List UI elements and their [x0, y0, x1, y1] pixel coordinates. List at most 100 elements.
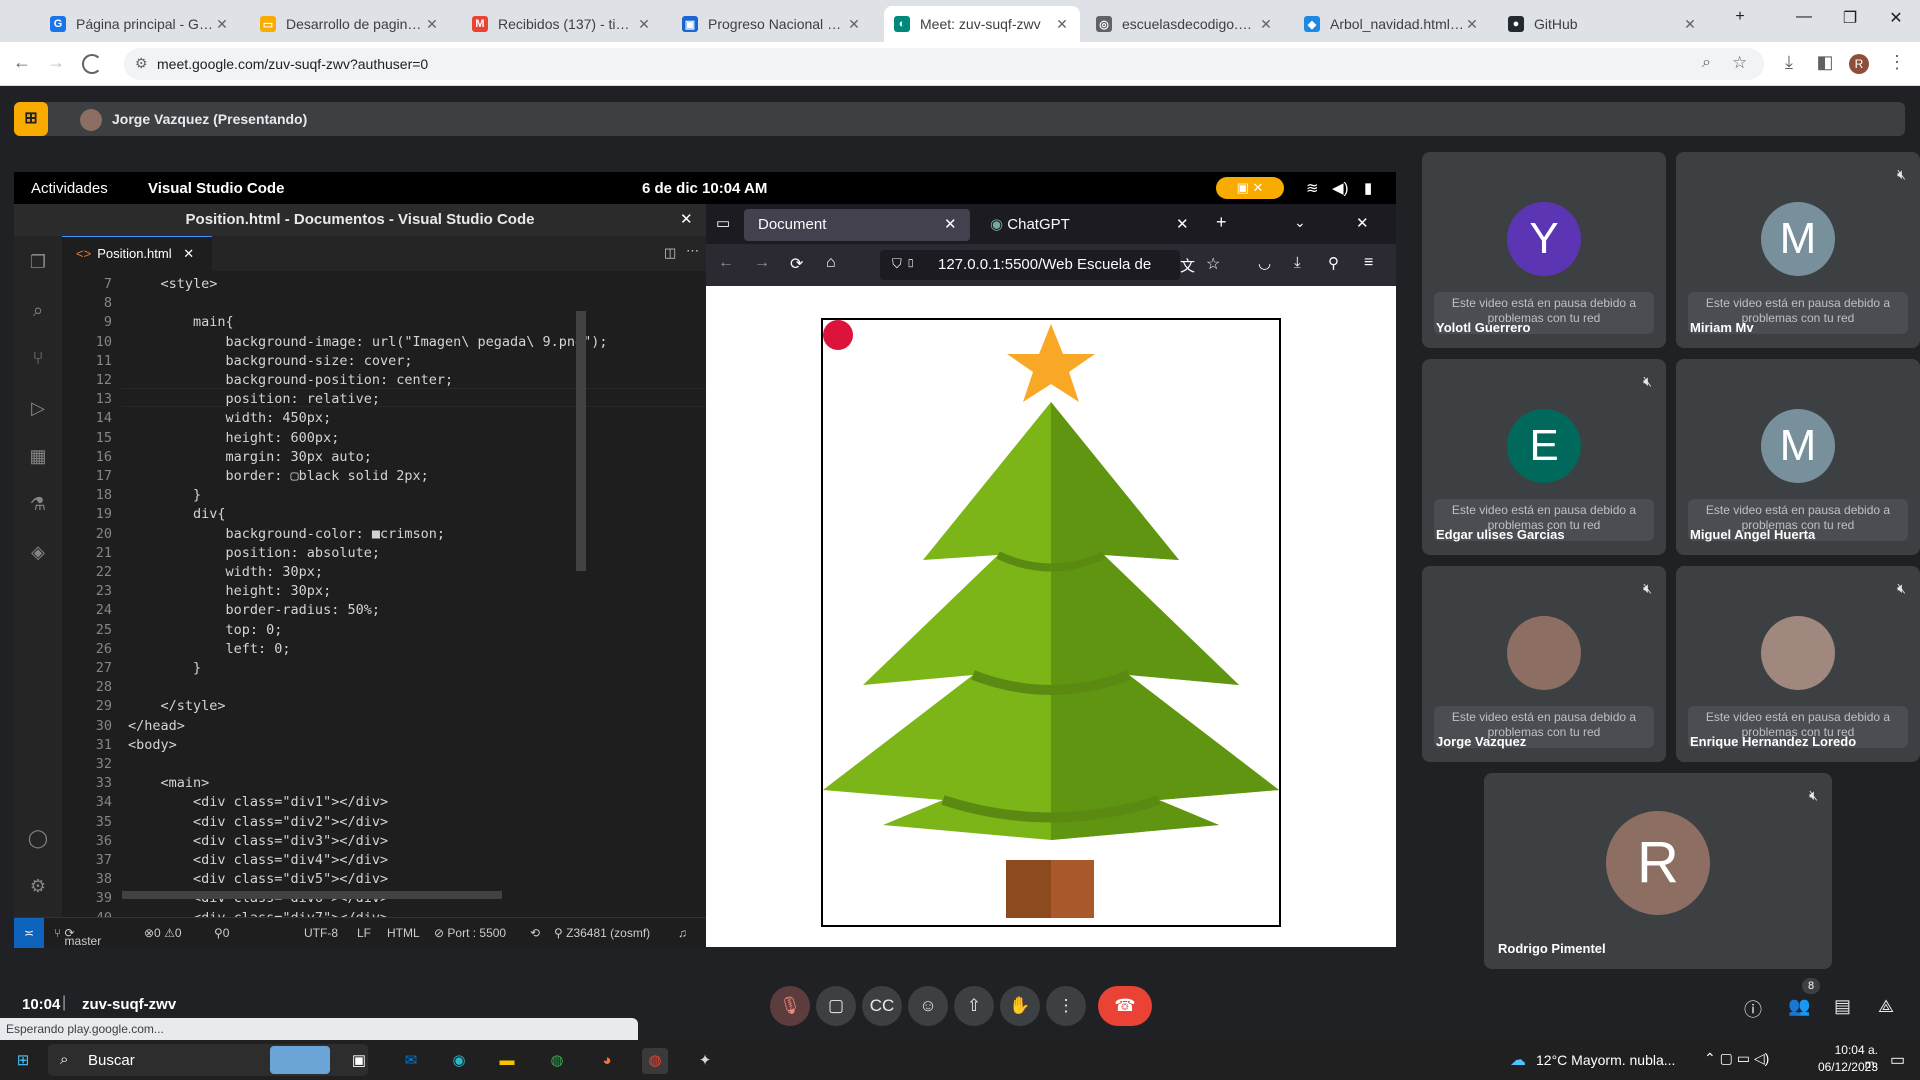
profile-avatar[interactable]: R: [1849, 54, 1869, 74]
address-bar[interactable]: ⚙ meet.google.com/zuv-suqf-zwv?authuser=…: [124, 48, 1764, 80]
participant-tile[interactable]: M Este video está en pausa debido a probl…: [1676, 152, 1920, 348]
sync-icon[interactable]: ⟲: [530, 926, 540, 940]
search-highlight-icon[interactable]: [270, 1046, 330, 1074]
chrome-tab[interactable]: ◎ escuelasdecodigo.cdmx.g✕: [1086, 6, 1284, 42]
weather-text[interactable]: 12°C Mayorm. nubla...: [1536, 1052, 1675, 1068]
volume-icon[interactable]: ◀): [1332, 179, 1349, 197]
shield-icon[interactable]: ⛉ ▯: [892, 256, 916, 272]
participant-tile[interactable]: Y Este video está en pausa debido a probl…: [1422, 152, 1666, 348]
live-server-port[interactable]: ⊘ Port : 5500: [434, 926, 506, 940]
ff-home-icon[interactable]: ⌂: [826, 254, 836, 272]
task-view-icon[interactable]: ▣: [346, 1048, 372, 1074]
firefox-tab-document[interactable]: Document ✕: [744, 209, 970, 241]
chrome-tab-close-icon[interactable]: ✕: [424, 16, 440, 33]
language-status[interactable]: HTML: [387, 926, 420, 940]
ff-bookmark-icon[interactable]: ☆: [1206, 254, 1220, 274]
activities-icon[interactable]: ⟁: [1878, 996, 1894, 1017]
notifications-icon[interactable]: ▭: [1890, 1050, 1905, 1070]
gnome-activities[interactable]: Actividades: [31, 180, 108, 197]
mic-off-button[interactable]: 🎙: [770, 986, 810, 1026]
back-arrow-icon[interactable]: ←: [10, 52, 34, 73]
gnome-app-name[interactable]: Visual Studio Code: [148, 180, 284, 197]
wifi-icon[interactable]: ≋: [1306, 179, 1319, 197]
participant-tile[interactable]: Este video está en pausa debido a proble…: [1676, 566, 1920, 762]
chrome-tab-close-icon[interactable]: ✕: [1682, 16, 1698, 33]
vscode-close-icon[interactable]: ✕: [680, 210, 693, 228]
chrome-menu-icon[interactable]: ⋮: [1885, 52, 1909, 73]
ff-forward-icon[interactable]: →: [754, 254, 770, 272]
chrome-tab-close-icon[interactable]: ✕: [1054, 16, 1070, 33]
download-icon[interactable]: ⤓: [1777, 52, 1801, 73]
bookmark-star-icon[interactable]: ☆: [1732, 53, 1747, 73]
firefox-icon[interactable]: ◕: [594, 1048, 620, 1074]
windows-start-icon[interactable]: ⊞: [10, 1048, 36, 1074]
participant-tile[interactable]: R Rodrigo Pimentel 🔇︎: [1484, 773, 1832, 969]
run-debug-icon[interactable]: ▷: [26, 396, 50, 420]
chrome-tab[interactable]: ● GitHub ✕: [1498, 6, 1708, 42]
screen-share-indicator-icon[interactable]: ▣ ✕: [1216, 177, 1284, 199]
close-window-button[interactable]: ✕: [1873, 8, 1919, 34]
chrome-tab-close-icon[interactable]: ✕: [214, 16, 230, 33]
chrome-tab-close-icon[interactable]: ✕: [846, 16, 862, 33]
ff-url-bar[interactable]: 127.0.0.1:5500/Web Escuela de: [880, 250, 1180, 280]
zoom-icon[interactable]: ⌕: [1702, 54, 1711, 72]
app-icon[interactable]: ✦: [692, 1048, 718, 1074]
code-editor[interactable]: 7 <style> 8 9 main{10 background-image: ur…: [62, 271, 706, 926]
list-tabs-icon[interactable]: ⌄: [1294, 214, 1306, 231]
edge-icon[interactable]: ◉: [446, 1048, 472, 1074]
tray-icons[interactable]: ⌃ ▢ ▭ ◁): [1704, 1050, 1769, 1067]
participant-tile[interactable]: M Este video está en pausa debido a probl…: [1676, 359, 1920, 555]
ff-download-icon[interactable]: ⤓: [1294, 254, 1301, 271]
eol-status[interactable]: LF: [357, 926, 371, 940]
weather-icon[interactable]: ☁: [1510, 1050, 1526, 1070]
editor-scrollbar[interactable]: [576, 311, 586, 571]
file-explorer-icon[interactable]: ▬: [494, 1048, 520, 1074]
translate-icon[interactable]: 文: [1180, 255, 1195, 276]
participant-tile[interactable]: E Este video está en pausa debido a probl…: [1422, 359, 1666, 555]
firefox-tab-close-icon[interactable]: ✕: [1176, 209, 1189, 241]
chrome-icon[interactable]: ◍: [544, 1048, 570, 1074]
forward-arrow-icon[interactable]: →: [44, 52, 68, 73]
chrome-tab-close-icon[interactable]: ✕: [1258, 16, 1274, 33]
participant-tile[interactable]: Este video está en pausa debido a proble…: [1422, 566, 1666, 762]
restore-button[interactable]: ❐: [1827, 8, 1873, 34]
minimize-button[interactable]: —: [1781, 8, 1827, 34]
raise-hand-button[interactable]: ✋: [1000, 986, 1040, 1026]
notifications-bell-icon[interactable]: ♫: [678, 926, 687, 940]
split-editor-icon[interactable]: ◫: [664, 245, 676, 261]
ff-extensions-icon[interactable]: ⚲: [1328, 254, 1339, 272]
ff-back-icon[interactable]: ←: [718, 254, 734, 272]
chat-icon[interactable]: ▤: [1834, 996, 1851, 1017]
gnome-clock[interactable]: 6 de dic 10:04 AM: [642, 180, 767, 197]
firefox-new-tab-icon[interactable]: +: [1216, 212, 1227, 233]
firefox-close-icon[interactable]: ✕: [1356, 214, 1369, 232]
camera-button[interactable]: ▢: [816, 986, 856, 1026]
pocket-icon[interactable]: ◡: [1258, 254, 1271, 272]
emoji-button[interactable]: ☺: [908, 986, 948, 1026]
testing-icon[interactable]: ⚗: [26, 492, 50, 516]
branch-status[interactable]: ⑂ master ⟳: [54, 926, 101, 948]
side-panel-icon[interactable]: ◧: [1813, 52, 1837, 73]
remote-icon[interactable]: ◈: [26, 540, 50, 564]
settings-gear-icon[interactable]: ⚙: [26, 874, 50, 898]
firefox-tab-close-icon[interactable]: ✕: [944, 209, 957, 241]
horizontal-scrollbar[interactable]: [122, 891, 502, 899]
problems-status[interactable]: ⊗0 ⚠0: [144, 926, 182, 940]
search-icon[interactable]: ⌕: [26, 298, 50, 322]
chrome-tab-close-icon[interactable]: ✕: [1464, 16, 1480, 33]
chrome-tab[interactable]: ▭ Desarrollo de paginas we✕: [250, 6, 450, 42]
tab-close-icon[interactable]: ✕: [183, 246, 194, 261]
encoding-status[interactable]: UTF-8: [304, 926, 338, 940]
chrome-tab-close-icon[interactable]: ✕: [636, 16, 652, 33]
account-icon[interactable]: ◯: [26, 826, 50, 850]
source-control-icon[interactable]: ⑂: [26, 346, 50, 370]
extensions-icon[interactable]: ▦: [26, 444, 50, 468]
chrome-tab[interactable]: ◆ Arbol_navidad.html - Áre✕: [1294, 6, 1490, 42]
explorer-icon[interactable]: ❐: [26, 250, 50, 274]
presentation-icon[interactable]: ⊞: [14, 102, 48, 136]
ports-status[interactable]: ⚲0: [214, 926, 229, 940]
firefox-tab-chatgpt[interactable]: ◉ ChatGPT ✕: [976, 209, 1202, 241]
more-actions-icon[interactable]: ⋯: [686, 243, 699, 259]
chrome-tab-add-button[interactable]: +: [1717, 8, 1763, 34]
captions-button[interactable]: CC: [862, 986, 902, 1026]
